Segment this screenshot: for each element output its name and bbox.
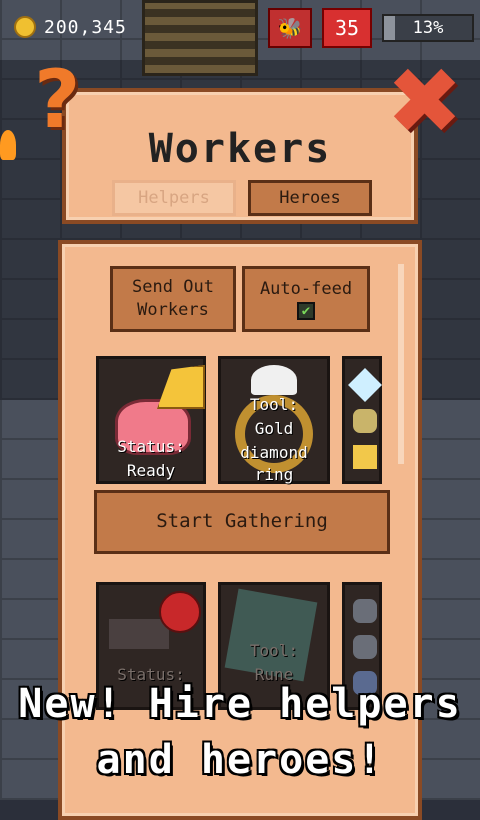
worker-tool-slot[interactable]: Tool: Gold diamond ring: [218, 356, 330, 484]
tool-name-line: ring: [254, 465, 294, 484]
bat-icon: [109, 619, 169, 649]
xp-progress-label: 13%: [412, 18, 444, 38]
gold-amount: 200,345: [44, 17, 127, 38]
diamond-icon: [348, 368, 382, 402]
worker-gems-slot[interactable]: [342, 356, 382, 484]
ore-icon: [353, 409, 377, 433]
ore-icon: [353, 635, 377, 659]
gold-bar-icon: [353, 445, 377, 469]
ore-icon: [353, 599, 377, 623]
level-badge[interactable]: 35: [322, 8, 372, 48]
auto-feed-toggle[interactable]: Auto-feed ✔: [242, 266, 370, 332]
status-label: Status:: [117, 437, 185, 456]
scrollbar[interactable]: [398, 264, 404, 464]
auto-feed-label: Auto-feed: [259, 278, 353, 299]
caption-line2: and heroes!: [96, 737, 384, 783]
xp-progress-bar: 13%: [382, 14, 474, 42]
top-bar: 200,345 🐝 35 13%: [0, 0, 480, 50]
diamond-icon: [251, 365, 297, 395]
caption-line1: New! Hire helpers: [18, 681, 462, 727]
tool-name-line: Gold: [254, 419, 294, 438]
send-out-label-line2: Workers: [137, 300, 209, 320]
send-out-workers-button[interactable]: Send Out Workers: [110, 266, 236, 332]
panel-title: Workers: [148, 126, 332, 172]
tool-name-line: diamond: [240, 443, 308, 462]
torch-icon: [0, 130, 16, 160]
help-icon[interactable]: ?: [34, 60, 80, 140]
bee-icon[interactable]: 🐝: [268, 8, 312, 48]
apple-icon: [159, 591, 201, 633]
checkmark-icon[interactable]: ✔: [297, 302, 315, 321]
close-icon[interactable]: ✖: [386, 56, 463, 148]
promo-caption: New! Hire helpers and heroes!: [0, 676, 480, 788]
start-gathering-button[interactable]: Start Gathering: [94, 490, 390, 554]
status-value: Ready: [126, 461, 176, 480]
workers-header-panel: Workers Helpers Heroes: [62, 88, 418, 224]
cheese-icon: [157, 365, 205, 409]
send-out-label-line1: Send Out: [132, 277, 214, 298]
tool-label: Tool:: [249, 641, 299, 660]
worker-creature-slot[interactable]: Status: Ready: [96, 356, 206, 484]
tool-label: Tool:: [249, 395, 299, 414]
gold-coin-icon: [14, 16, 36, 38]
tab-helpers[interactable]: Helpers: [112, 180, 236, 216]
tab-heroes[interactable]: Heroes: [248, 180, 372, 216]
